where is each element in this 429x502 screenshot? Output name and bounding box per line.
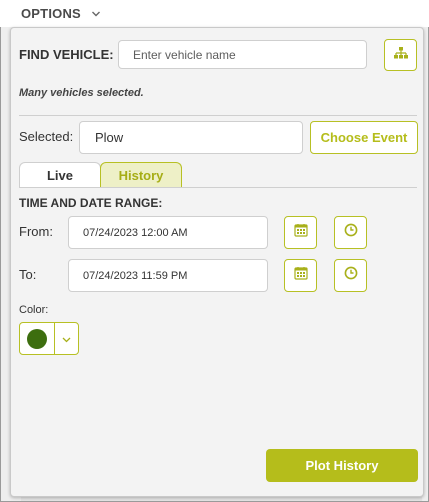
selected-label: Selected: xyxy=(19,129,74,144)
calendar-icon xyxy=(293,223,308,242)
vehicle-search-input[interactable] xyxy=(119,47,366,62)
vehicle-tree-button[interactable] xyxy=(384,39,417,71)
color-dropdown-toggle[interactable] xyxy=(55,323,77,354)
selection-note: Many vehicles selected. xyxy=(19,87,144,99)
find-vehicle-label: FIND VEHICLE: xyxy=(19,47,114,62)
tab-live[interactable]: Live xyxy=(19,162,101,187)
color-swatch-area[interactable] xyxy=(20,323,55,354)
plot-history-button[interactable]: Plot History xyxy=(266,449,418,482)
clock-icon xyxy=(344,223,358,242)
selected-field[interactable]: Plow xyxy=(79,121,303,154)
options-title: OPTIONS xyxy=(21,6,81,21)
tab-underline xyxy=(19,187,417,188)
calendar-icon xyxy=(293,266,308,285)
from-datetime-value: 07/24/2023 12:00 AM xyxy=(83,226,188,239)
from-clock-button[interactable] xyxy=(334,216,367,249)
options-panel: FIND VEHICLE: Many vehicles selected. Se… xyxy=(10,27,424,497)
to-datetime-field[interactable]: 07/24/2023 11:59 PM xyxy=(68,259,268,292)
chevron-down-icon[interactable] xyxy=(91,10,101,18)
from-calendar-button[interactable] xyxy=(284,216,317,249)
selected-value: Plow xyxy=(95,130,124,145)
color-swatch xyxy=(27,328,47,349)
to-datetime-value: 07/24/2023 11:59 PM xyxy=(83,269,188,282)
sitemap-icon xyxy=(393,46,408,64)
from-label: From: xyxy=(19,224,53,239)
choose-event-button[interactable]: Choose Event xyxy=(310,121,418,154)
to-calendar-button[interactable] xyxy=(284,259,317,292)
to-clock-button[interactable] xyxy=(334,259,367,292)
from-datetime-field[interactable]: 07/24/2023 12:00 AM xyxy=(68,216,268,249)
vehicle-search-field[interactable] xyxy=(118,40,367,69)
color-label: Color: xyxy=(19,304,49,316)
chevron-down-icon xyxy=(62,330,71,348)
tab-history[interactable]: History xyxy=(100,162,182,187)
options-header[interactable]: OPTIONS xyxy=(0,0,429,27)
to-label: To: xyxy=(19,267,37,282)
section-divider xyxy=(19,115,417,116)
clock-icon xyxy=(344,266,358,285)
color-picker[interactable] xyxy=(19,322,79,355)
time-range-heading: TIME AND DATE RANGE: xyxy=(19,196,163,210)
